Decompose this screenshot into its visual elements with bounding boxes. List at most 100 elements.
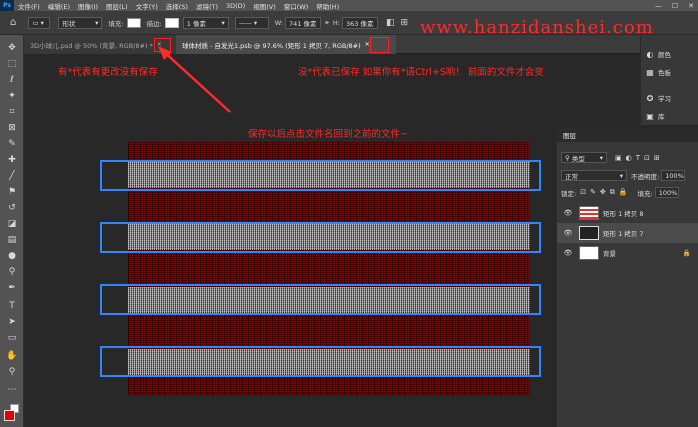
color-panel-button[interactable]: ◐ 颜色: [645, 49, 672, 60]
stroke-width-value: 1 像素: [186, 19, 206, 28]
path-selection-icon[interactable]: ➤: [5, 315, 19, 329]
opacity-field[interactable]: 100%: [661, 170, 686, 181]
stroke-label: 描边:: [146, 19, 162, 28]
layer-row[interactable]: 👁 背景 🔒: [557, 243, 698, 263]
blend-mode-select[interactable]: 正常 ▾: [561, 170, 627, 181]
foreground-color-swatch[interactable]: [4, 410, 15, 421]
zoom-tool-icon[interactable]: ⚲: [5, 365, 19, 379]
blend-row: 正常 ▾ 不透明度: 100%: [561, 170, 686, 181]
annotation-arrow-icon: [158, 46, 231, 113]
filter-kind-value: 类型: [571, 154, 585, 163]
stroke-width-field[interactable]: 1 像素 ▾: [182, 16, 229, 29]
options-bar: ⌂ ▭ ▾ 形状 ▾ 填充: 描边: 1 像素 ▾ —— ▾ W: 741 像素 ⚭…: [0, 11, 698, 38]
layers-panel-title[interactable]: 图层: [563, 130, 576, 140]
crop-tool-icon[interactable]: ⌗: [5, 105, 19, 119]
panel-label: 学习: [658, 95, 671, 103]
healing-brush-icon[interactable]: ✚: [5, 153, 19, 167]
marquee-tool-icon[interactable]: ⬚: [5, 57, 19, 71]
maximize-button[interactable]: ☐: [672, 2, 678, 10]
panel-label: 色板: [658, 69, 671, 77]
gradient-tool-icon[interactable]: ▤: [5, 233, 19, 247]
document-tab-bar: 3D小球儿.psd @ 50% (背景, RGB/8#) * ✕ 球体材质 - …: [24, 35, 640, 54]
home-icon[interactable]: ⌂: [10, 17, 16, 28]
highlight-rectangle: [100, 160, 541, 191]
type-tool-icon[interactable]: T: [5, 299, 19, 313]
close-icon[interactable]: ✕: [365, 41, 370, 48]
tools-panel: ✥ ⬚ ℓ ✦ ⌗ ⊠ ✎ ✚ ╱ ⚑ ↺ ◪ ▤ ● ⚲ ✒ T ➤ ▭ ✋ …: [0, 35, 24, 427]
tool-preset-picker[interactable]: ▭ ▾: [28, 16, 51, 29]
opacity-label: 不透明度:: [631, 172, 660, 181]
history-brush-icon[interactable]: ↺: [5, 201, 19, 215]
highlight-rectangle: [100, 346, 541, 377]
eyedropper-icon[interactable]: ✎: [5, 137, 19, 151]
menu-3d[interactable]: 3D(D): [222, 2, 249, 10]
visibility-eye-icon[interactable]: 👁: [561, 249, 575, 257]
path-alignment-icon[interactable]: ⊞: [400, 18, 408, 28]
minimize-button[interactable]: —: [655, 2, 662, 10]
stroke-swatch[interactable]: [164, 17, 179, 28]
menu-filter[interactable]: 滤镜(T): [192, 1, 222, 11]
filter-icons[interactable]: ▣◐T⊡⊞: [615, 154, 664, 162]
layer-thumbnail: [579, 226, 599, 240]
fill-field[interactable]: 100%: [654, 187, 679, 198]
libraries-panel-button[interactable]: ▣ 库: [645, 111, 665, 122]
layer-filter-select[interactable]: ⚲ 类型 ▾: [561, 152, 607, 163]
menu-edit[interactable]: 编辑(E): [44, 1, 74, 11]
width-field[interactable]: 741 像素: [285, 16, 322, 29]
annotation-instruction: 保存以后点击文件名回到之前的文件~: [248, 129, 408, 140]
panel-label: 库: [658, 113, 665, 121]
height-field[interactable]: 363 像素: [341, 16, 378, 29]
lasso-tool-icon[interactable]: ℓ: [5, 73, 19, 87]
layer-thumbnail: [579, 206, 599, 220]
menu-view[interactable]: 视图(V): [249, 1, 280, 11]
frame-tool-icon[interactable]: ⊠: [5, 121, 19, 135]
layer-name: 背景: [603, 250, 616, 258]
move-tool-icon[interactable]: ✥: [5, 41, 19, 55]
shape-mode-select[interactable]: 形状 ▾: [58, 16, 103, 29]
magic-wand-icon[interactable]: ✦: [5, 89, 19, 103]
visibility-eye-icon[interactable]: 👁: [561, 229, 575, 237]
menu-select[interactable]: 选择(S): [162, 1, 192, 11]
dodge-tool-icon[interactable]: ⚲: [5, 265, 19, 279]
fill-label: 填充:: [108, 19, 124, 28]
layer-name: 矩形 1 拷贝 7: [603, 230, 644, 238]
learn-panel-button[interactable]: ✪ 学习: [645, 93, 671, 104]
menu-window[interactable]: 窗口(W): [280, 1, 313, 11]
brush-tool-icon[interactable]: ╱: [5, 169, 19, 183]
libraries-icon: ▣: [646, 111, 654, 121]
stamp-tool-icon[interactable]: ⚑: [5, 185, 19, 199]
tab-label: 3D小球儿.psd @ 50% (背景, RGB/8#) *: [30, 41, 153, 50]
link-icon[interactable]: ⚭: [324, 19, 330, 27]
lock-icons[interactable]: ⊡✎✥⧉🔒: [580, 188, 631, 197]
menu-help[interactable]: 帮助(H): [312, 1, 343, 11]
more-tools-icon[interactable]: ⋯: [5, 383, 19, 397]
rectangle-tool-icon[interactable]: ▭: [5, 331, 19, 345]
path-operations-icon[interactable]: ◧: [386, 18, 395, 28]
close-button[interactable]: ✕: [688, 2, 694, 10]
menu-layer[interactable]: 图层(L): [102, 1, 132, 11]
eraser-tool-icon[interactable]: ◪: [5, 217, 19, 231]
visibility-eye-icon[interactable]: 👁: [561, 209, 575, 217]
swatches-panel-button[interactable]: ▦ 色板: [645, 67, 671, 78]
stroke-type-select[interactable]: —— ▾: [234, 16, 269, 29]
pen-tool-icon[interactable]: ✒: [5, 281, 19, 295]
shape-mode-value: 形状: [62, 19, 76, 28]
layer-row[interactable]: 👁 矩形 1 拷贝 8: [557, 203, 698, 223]
fill-swatch[interactable]: [126, 17, 141, 28]
lock-row: 锁定: ⊡✎✥⧉🔒 填充: 100%: [561, 187, 679, 198]
search-icon: ⚲: [565, 153, 570, 162]
highlight-rectangle: [100, 222, 541, 253]
menu-type[interactable]: 文字(Y): [132, 1, 162, 11]
layer-name: 矩形 1 拷贝 8: [603, 210, 644, 218]
lock-label: 锁定:: [561, 189, 577, 198]
width-label: W:: [274, 18, 284, 27]
height-label: H:: [332, 18, 340, 27]
layers-panel-header: 图层: [557, 128, 698, 142]
learn-icon: ✪: [646, 93, 654, 103]
menu-image[interactable]: 图像(I): [74, 1, 102, 11]
hand-tool-icon[interactable]: ✋: [5, 349, 19, 363]
panel-label: 颜色: [658, 51, 671, 59]
layer-row-selected[interactable]: 👁 矩形 1 拷贝 7: [557, 223, 698, 243]
menu-file[interactable]: 文件(F): [14, 1, 44, 11]
blur-tool-icon[interactable]: ●: [5, 249, 19, 263]
